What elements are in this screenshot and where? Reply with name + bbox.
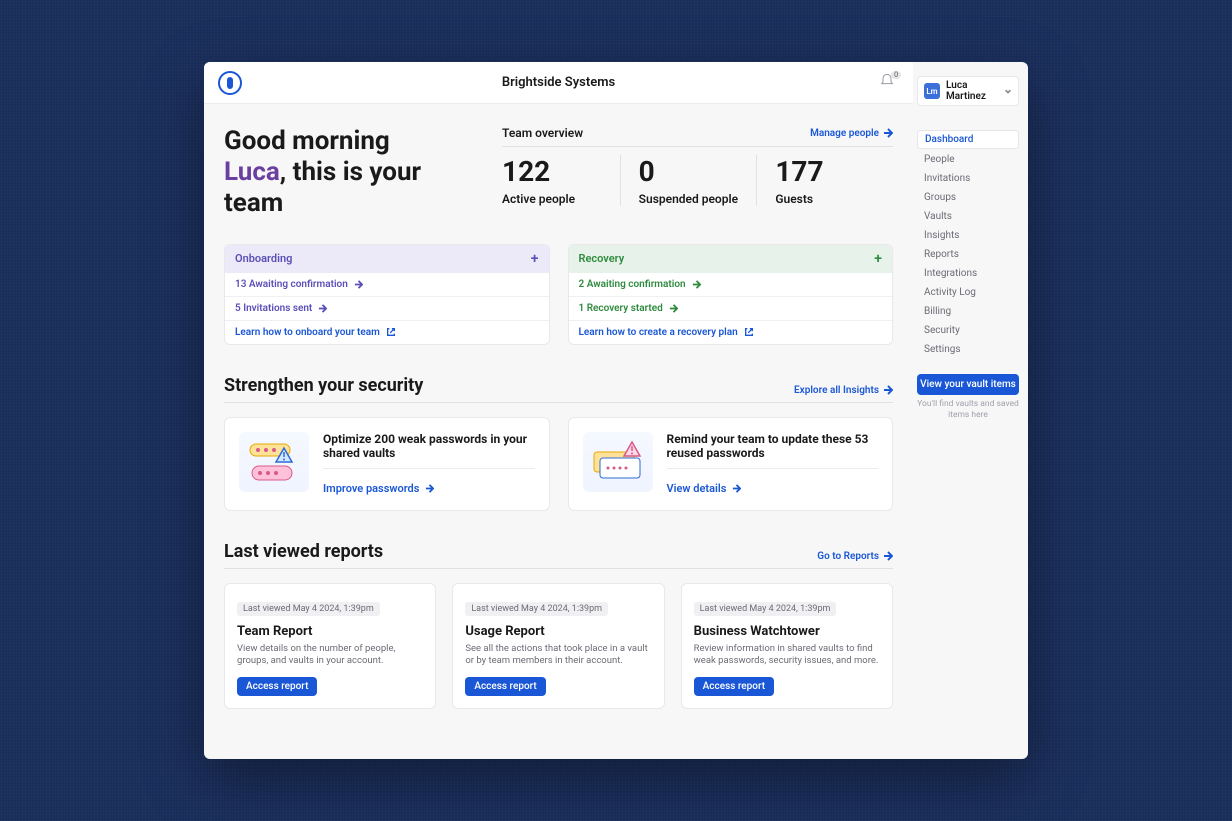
onboarding-title: Onboarding — [235, 252, 292, 265]
nav-item-groups[interactable]: Groups — [917, 189, 1019, 206]
arrow-right-icon — [883, 385, 893, 395]
report-tag: Last viewed May 4 2024, 1:39pm — [465, 602, 608, 616]
improve-passwords-link[interactable]: Improve passwords — [323, 482, 434, 495]
greeting: Good morning Luca, this is your team — [224, 126, 454, 220]
user-menu[interactable]: Lm Luca Martinez — [917, 76, 1019, 106]
app-window: Brightside Systems 0 Good morning Luca, … — [204, 62, 1028, 759]
recovery-card: Recovery + 2 Awaiting confirmation 1 Rec… — [568, 244, 894, 345]
onboarding-add-button[interactable]: + — [531, 251, 539, 267]
arrow-right-icon — [669, 304, 678, 313]
reports-row: Last viewed May 4 2024, 1:39pm Team Repo… — [224, 583, 893, 710]
arrow-right-icon — [883, 551, 893, 561]
report-desc: View details on the number of people, gr… — [237, 643, 423, 668]
arrow-right-icon — [354, 280, 363, 289]
notification-count: 0 — [891, 71, 901, 79]
security-cards-row: Optimize 200 weak passwords in your shar… — [224, 417, 893, 511]
go-to-reports-link[interactable]: Go to Reports — [817, 551, 893, 562]
access-report-button[interactable]: Access report — [465, 677, 545, 696]
app-logo-icon — [218, 71, 242, 95]
weak-password-icon — [239, 432, 309, 492]
onboarding-learn-link[interactable]: Learn how to onboard your team — [225, 321, 549, 344]
recovery-add-button[interactable]: + — [874, 251, 882, 267]
reports-section-head: Last viewed reports Go to Reports — [224, 541, 893, 569]
arrow-right-icon — [883, 128, 893, 138]
report-title: Usage Report — [465, 624, 651, 639]
nav-item-billing[interactable]: Billing — [917, 303, 1019, 320]
notifications-button[interactable]: 0 — [879, 73, 899, 93]
nav-item-people[interactable]: People — [917, 151, 1019, 168]
onboarding-card: Onboarding + 13 Awaiting confirmation 5 … — [224, 244, 550, 345]
security-card-weak-title: Optimize 200 weak passwords in your shar… — [323, 432, 535, 469]
nav-item-reports[interactable]: Reports — [917, 246, 1019, 263]
greeting-name: Luca — [224, 157, 280, 187]
team-overview-title: Team overview — [502, 126, 583, 140]
security-card-reused-title: Remind your team to update these 53 reus… — [667, 432, 879, 469]
recovery-item-started[interactable]: 1 Recovery started — [569, 297, 893, 321]
external-link-icon — [744, 327, 754, 337]
team-overview: Team overview Manage people 122 Active p… — [502, 126, 893, 220]
view-details-link[interactable]: View details — [667, 482, 742, 495]
report-desc: Review information in shared vaults to f… — [694, 643, 880, 668]
security-title: Strengthen your security — [224, 375, 423, 396]
onboarding-item-invitations[interactable]: 5 Invitations sent — [225, 297, 549, 321]
main-column: Brightside Systems 0 Good morning Luca, … — [204, 62, 913, 759]
external-link-icon — [386, 327, 396, 337]
arrow-right-icon — [692, 280, 701, 289]
reused-password-icon — [583, 432, 653, 492]
report-tag: Last viewed May 4 2024, 1:39pm — [237, 602, 380, 616]
recovery-item-awaiting[interactable]: 2 Awaiting confirmation — [569, 273, 893, 297]
report-card-usage: Last viewed May 4 2024, 1:39pm Usage Rep… — [452, 583, 664, 710]
greeting-heading: Good morning Luca, this is your team — [224, 126, 454, 220]
reports-title: Last viewed reports — [224, 541, 383, 562]
view-vault-button[interactable]: View your vault items — [917, 374, 1019, 395]
access-report-button[interactable]: Access report — [694, 677, 774, 696]
manage-people-link[interactable]: Manage people — [810, 128, 893, 139]
security-section-head: Strengthen your security Explore all Ins… — [224, 375, 893, 403]
hero-row: Good morning Luca, this is your team Tea… — [224, 126, 893, 220]
nav-item-settings[interactable]: Settings — [917, 341, 1019, 358]
content: Good morning Luca, this is your team Tea… — [204, 104, 913, 729]
onboarding-item-awaiting[interactable]: 13 Awaiting confirmation — [225, 273, 549, 297]
report-card-team: Last viewed May 4 2024, 1:39pm Team Repo… — [224, 583, 436, 710]
sidebar-nav: Dashboard People Invitations Groups Vaults In… — [917, 130, 1019, 358]
report-title: Team Report — [237, 624, 423, 639]
chevron-down-icon — [1004, 87, 1012, 95]
report-desc: See all the actions that took place in a… — [465, 643, 651, 668]
stat-suspended: 0 Suspended people — [620, 155, 757, 206]
recovery-title: Recovery — [579, 252, 625, 265]
recovery-learn-link[interactable]: Learn how to create a recovery plan — [569, 321, 893, 344]
header-bar: Brightside Systems 0 — [204, 62, 913, 104]
nav-item-dashboard[interactable]: Dashboard — [917, 130, 1019, 149]
arrow-right-icon — [318, 304, 327, 313]
report-tag: Last viewed May 4 2024, 1:39pm — [694, 602, 837, 616]
nav-item-security[interactable]: Security — [917, 322, 1019, 339]
security-card-weak: Optimize 200 weak passwords in your shar… — [224, 417, 550, 511]
report-card-watchtower: Last viewed May 4 2024, 1:39pm Business … — [681, 583, 893, 710]
nav-item-vaults[interactable]: Vaults — [917, 208, 1019, 225]
stat-active: 122 Active people — [502, 155, 620, 206]
report-title: Business Watchtower — [694, 624, 880, 639]
access-report-button[interactable]: Access report — [237, 677, 317, 696]
arrow-right-icon — [425, 484, 434, 493]
nav-item-activity-log[interactable]: Activity Log — [917, 284, 1019, 301]
stat-guests: 177 Guests — [756, 155, 893, 206]
explore-insights-link[interactable]: Explore all Insights — [794, 385, 893, 396]
task-cards-row: Onboarding + 13 Awaiting confirmation 5 … — [224, 244, 893, 345]
vault-hint: You'll find vaults and saved items here — [917, 399, 1019, 421]
security-card-reused: Remind your team to update these 53 reus… — [568, 417, 894, 511]
org-name: Brightside Systems — [502, 75, 615, 90]
nav-item-invitations[interactable]: Invitations — [917, 170, 1019, 187]
arrow-right-icon — [732, 484, 741, 493]
avatar: Lm — [924, 83, 940, 99]
nav-item-integrations[interactable]: Integrations — [917, 265, 1019, 282]
sidebar: Lm Luca Martinez Dashboard People Invitati… — [913, 62, 1028, 759]
user-name: Luca Martinez — [946, 80, 998, 102]
stats-row: 122 Active people 0 Suspended people 177… — [502, 155, 893, 206]
nav-item-insights[interactable]: Insights — [917, 227, 1019, 244]
